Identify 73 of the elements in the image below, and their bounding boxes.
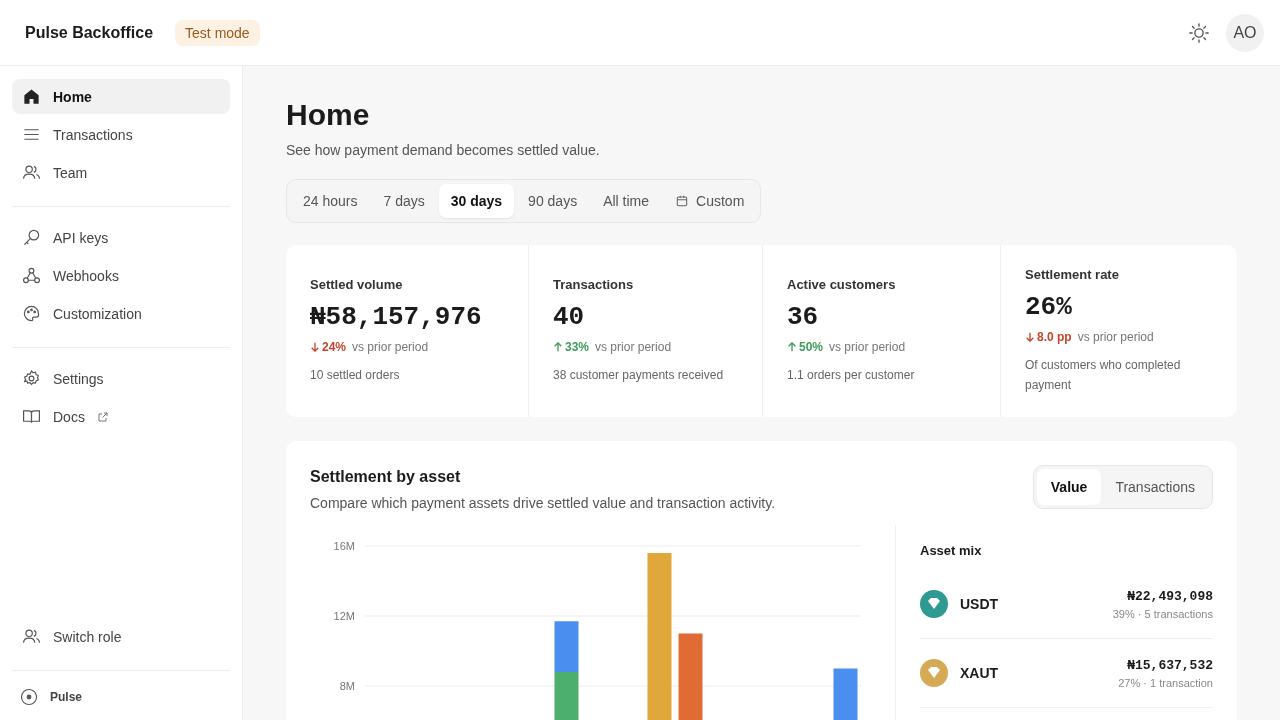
stat-note: Of customers who completed payment bbox=[1025, 357, 1182, 394]
key-icon bbox=[22, 228, 41, 247]
sidebar-item[interactable]: Docs bbox=[12, 399, 230, 434]
axis-tick-label: 8M bbox=[339, 680, 355, 692]
axis-tick-label: 12M bbox=[333, 610, 355, 622]
home-icon bbox=[22, 87, 41, 106]
page-subtitle: See how payment demand becomes settled value. bbox=[286, 142, 601, 158]
toggle-option[interactable]: Value bbox=[1036, 469, 1102, 505]
webhook-icon bbox=[22, 266, 41, 285]
stat-title: Active customers bbox=[787, 276, 897, 292]
people-icon bbox=[22, 627, 41, 646]
stat-change: 8.0 pp bbox=[1025, 330, 1072, 345]
stat-comparison: vs prior period bbox=[829, 339, 906, 354]
brand-name: Pulse Backoffice bbox=[25, 23, 154, 42]
book-icon bbox=[22, 407, 41, 426]
chart-bar bbox=[554, 672, 579, 720]
period-tab[interactable]: All time bbox=[591, 184, 662, 218]
user-avatar[interactable]: AO bbox=[1226, 13, 1264, 52]
stat-change: 50% bbox=[787, 339, 824, 354]
logo-icon bbox=[20, 688, 38, 706]
arrow-icon bbox=[787, 341, 797, 352]
asset-value: ₦22,493,098 bbox=[1126, 588, 1213, 604]
period-tab[interactable]: Custom bbox=[663, 184, 757, 218]
chart-bar bbox=[833, 668, 858, 720]
page-title: Home bbox=[286, 98, 371, 132]
calendar-icon bbox=[675, 194, 690, 208]
arrow-icon bbox=[1025, 332, 1035, 343]
stat-title: Settled volume bbox=[310, 276, 404, 292]
sidebar-item[interactable]: Transactions bbox=[12, 117, 230, 152]
section-title: Settlement by asset bbox=[310, 468, 462, 486]
stat-note: 1.1 orders per customer bbox=[787, 366, 916, 384]
chart-bar bbox=[554, 621, 579, 672]
asset-detail: 27% · 1 transaction bbox=[1118, 676, 1213, 689]
asset-value: ₦15,637,532 bbox=[1126, 657, 1213, 673]
test-mode-badge: Test mode bbox=[175, 19, 260, 46]
asset-name: XAUT bbox=[960, 665, 999, 681]
stat-comparison: vs prior period bbox=[352, 339, 429, 354]
org-name: Pulse bbox=[50, 690, 82, 704]
sidebar-item[interactable]: Home bbox=[12, 79, 230, 114]
palette-icon bbox=[22, 304, 41, 323]
axis-tick-label: 16M bbox=[333, 540, 355, 552]
stat-value: ₦58,157,976 bbox=[310, 301, 483, 332]
stat-change: 33% bbox=[553, 339, 590, 354]
stat-title: Settlement rate bbox=[1025, 267, 1120, 283]
stat-value: 36 bbox=[787, 301, 820, 332]
toggle-option[interactable]: Transactions bbox=[1101, 469, 1209, 505]
stat-comparison: vs prior period bbox=[595, 339, 672, 354]
stat-value: 40 bbox=[553, 301, 586, 332]
period-tab[interactable]: 30 days bbox=[438, 184, 515, 218]
theme-toggle-icon[interactable] bbox=[1188, 21, 1210, 44]
period-tab[interactable]: 7 days bbox=[371, 184, 437, 218]
stat-value: 26% bbox=[1025, 292, 1073, 323]
stat-change: 24% bbox=[310, 339, 347, 354]
stat-note: 10 settled orders bbox=[310, 366, 401, 384]
sidebar-item[interactable]: Customization bbox=[12, 296, 230, 331]
settings-icon bbox=[22, 369, 41, 388]
sidebar-item[interactable]: Webhooks bbox=[12, 258, 230, 293]
stat-title: Transactions bbox=[553, 276, 635, 292]
sidebar-item[interactable]: Team bbox=[12, 155, 230, 190]
arrow-icon bbox=[553, 341, 563, 352]
asset-mix-title: Asset mix bbox=[920, 543, 983, 558]
arrow-icon bbox=[310, 341, 320, 352]
stat-note: 38 customer payments received bbox=[553, 366, 725, 384]
asset-detail: 39% · 5 transactions bbox=[1112, 607, 1213, 620]
people-icon bbox=[22, 163, 41, 182]
period-tab[interactable]: 90 days bbox=[516, 184, 590, 218]
sidebar-item[interactable]: Settings bbox=[12, 361, 230, 396]
switch-role-item[interactable]: Switch role bbox=[12, 619, 230, 654]
section-subtitle: Compare which payment assets drive settled value and transaction activity. bbox=[310, 495, 776, 511]
asset-name: USDT bbox=[960, 596, 999, 612]
stat-comparison: vs prior period bbox=[1077, 330, 1154, 345]
sidebar-item[interactable]: API keys bbox=[12, 220, 230, 255]
period-tab[interactable]: 24 hours bbox=[291, 184, 370, 218]
